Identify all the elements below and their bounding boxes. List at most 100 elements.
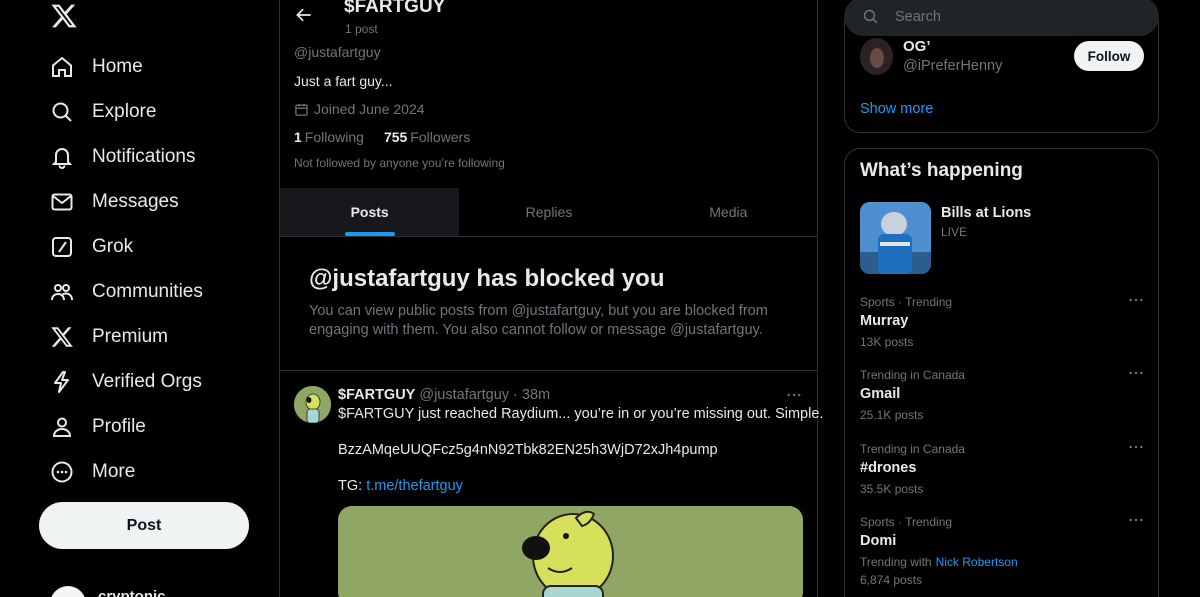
nav-grok-label: Grok [92, 236, 134, 257]
trend-more-icon[interactable] [1127, 291, 1145, 309]
whats-happening-title: What’s happening [860, 160, 1023, 181]
tab-replies-label: Replies [525, 204, 573, 220]
page-title: $FARTGUY [344, 0, 446, 17]
search-icon [52, 102, 72, 122]
tweet[interactable]: $FARTGUY @justafartguy · 38m $FARTGUY ju… [280, 371, 823, 597]
suggested-user-handle: @iPreferHenny [903, 58, 1003, 74]
joined-date: Joined June 2024 [294, 101, 425, 117]
profile-handle: @justafartguy [294, 44, 381, 60]
trend-more-icon[interactable] [1127, 364, 1145, 382]
nav-verified-orgs[interactable]: Verified Orgs [50, 364, 202, 400]
trend-count: 13K posts [860, 335, 914, 349]
following-label: Following [304, 129, 364, 145]
nav-home-label: Home [92, 56, 143, 77]
not-followed-note: Not followed by anyone you’re following [294, 156, 505, 170]
nav-explore[interactable]: Explore [50, 94, 156, 130]
dog-illustration [338, 506, 803, 597]
tweet-header: $FARTGUY @justafartguy · 38m [338, 387, 550, 403]
back-arrow-icon[interactable] [294, 5, 314, 25]
trend-item[interactable]: Sports · Trending Murray 13K posts [860, 295, 1145, 349]
trend-item[interactable]: Trending in Canada Gmail 25.1K posts [860, 368, 1145, 422]
nav-home[interactable]: Home [50, 49, 143, 85]
followers-count: 755 [383, 129, 408, 145]
tweet-text-line: $FARTGUY just reached Raydium... you’re … [338, 406, 824, 422]
profile-tabs: Posts Replies Media [280, 188, 818, 237]
trend-context: Sports · Trending [860, 515, 953, 529]
profile-header: $FARTGUY 1 post [280, 0, 818, 40]
nav-communities[interactable]: Communities [50, 274, 203, 310]
tab-replies[interactable]: Replies [459, 188, 638, 236]
blocked-body: You can view public posts from @justafar… [309, 303, 768, 338]
left-sidebar: Home Explore Notifications Messages Grok… [0, 0, 280, 597]
tweet-author-name[interactable]: $FARTGUY [338, 387, 415, 403]
trend-item[interactable]: Trending in Canada #drones 35.5K posts [860, 442, 1145, 496]
nav-profile[interactable]: Profile [50, 409, 146, 445]
x-logo-icon[interactable] [50, 2, 78, 30]
trending-with-link[interactable]: Nick Robertson [936, 555, 1018, 569]
person-icon [52, 417, 72, 437]
tweet-time[interactable]: · 38m [513, 387, 550, 403]
account-switcher[interactable]: cryptonic [50, 586, 166, 597]
following-count: 1 [294, 129, 302, 145]
followers-link[interactable]: 755 Followers [384, 129, 470, 145]
tweet-author-handle[interactable]: @justafartguy [419, 387, 509, 403]
suggested-user-name[interactable]: OG’ [903, 38, 931, 55]
tab-posts[interactable]: Posts [280, 188, 460, 236]
nav-verified-orgs-label: Verified Orgs [92, 371, 202, 392]
nav-premium[interactable]: Premium [50, 319, 168, 355]
tg-link[interactable]: t.me/thefartguy [366, 478, 463, 494]
blocked-title: @justafartguy has blocked you [309, 265, 665, 292]
trend-count: 25.1K posts [860, 408, 924, 422]
live-status: LIVE [941, 225, 968, 239]
trending-with: Trending with Nick Robertson [860, 555, 1145, 569]
trend-context: Trending in Canada [860, 442, 965, 456]
home-icon [52, 56, 72, 77]
follow-stats: 1 Following 755 Followers [294, 129, 470, 145]
blocked-notice: @justafartguy has blocked you You can vi… [280, 237, 818, 371]
more-options-icon[interactable] [785, 386, 803, 404]
trend-more-icon[interactable] [1127, 438, 1145, 456]
calendar-icon [295, 103, 308, 116]
dog-avatar-icon [294, 386, 331, 423]
post-button[interactable]: Post [39, 502, 249, 549]
nav-messages-label: Messages [92, 191, 179, 212]
account-name: cryptonic [98, 587, 166, 597]
live-event-title[interactable]: Bills at Lions [941, 205, 1031, 221]
football-player-image [860, 202, 931, 274]
nav-notifications[interactable]: Notifications [50, 139, 196, 175]
grok-icon [52, 237, 72, 257]
nav-more-label: More [92, 461, 136, 482]
tab-media[interactable]: Media [639, 188, 818, 236]
nav-profile-label: Profile [92, 416, 146, 437]
live-event-thumbnail[interactable] [860, 202, 931, 274]
followers-label: Followers [410, 129, 471, 145]
trend-context: Trending in Canada [860, 368, 965, 382]
whats-happening-card: What’s happening Bills at Lions LIVE Spo… [844, 148, 1159, 597]
tweet-media-image[interactable] [338, 506, 803, 597]
lightning-icon [54, 371, 69, 393]
nav-messages[interactable]: Messages [50, 184, 179, 220]
trend-more-icon[interactable] [1127, 511, 1145, 529]
nav-explore-label: Explore [92, 101, 157, 122]
communities-icon [51, 284, 73, 301]
mail-icon [51, 193, 73, 211]
trend-item[interactable]: Sports · Trending Domi Trending with Nick… [860, 515, 1145, 587]
show-more-link[interactable]: Show more [860, 101, 933, 117]
trend-context: Sports · Trending [860, 295, 953, 309]
nav-grok[interactable]: Grok [50, 229, 133, 265]
more-circle-icon [51, 461, 73, 483]
trend-count: 35.5K posts [860, 482, 924, 496]
tab-media-label: Media [709, 204, 748, 220]
nav-more[interactable]: More [50, 454, 135, 490]
following-link[interactable]: 1 Following [294, 129, 364, 145]
avatar [50, 586, 86, 597]
user-photo [860, 38, 893, 75]
suggested-user-avatar[interactable] [860, 38, 893, 75]
who-to-follow-card: OG’ @iPreferHenny Follow Show more [844, 20, 1159, 133]
trend-title: Gmail [860, 386, 901, 402]
x-logo-icon [51, 327, 73, 347]
tweet-tg-line: TG: t.me/thefartguy [338, 478, 463, 494]
profile-column: $FARTGUY 1 post @justafartguy Just a far… [280, 0, 823, 597]
tweet-avatar[interactable] [294, 386, 331, 423]
follow-button[interactable]: Follow [1074, 41, 1144, 71]
